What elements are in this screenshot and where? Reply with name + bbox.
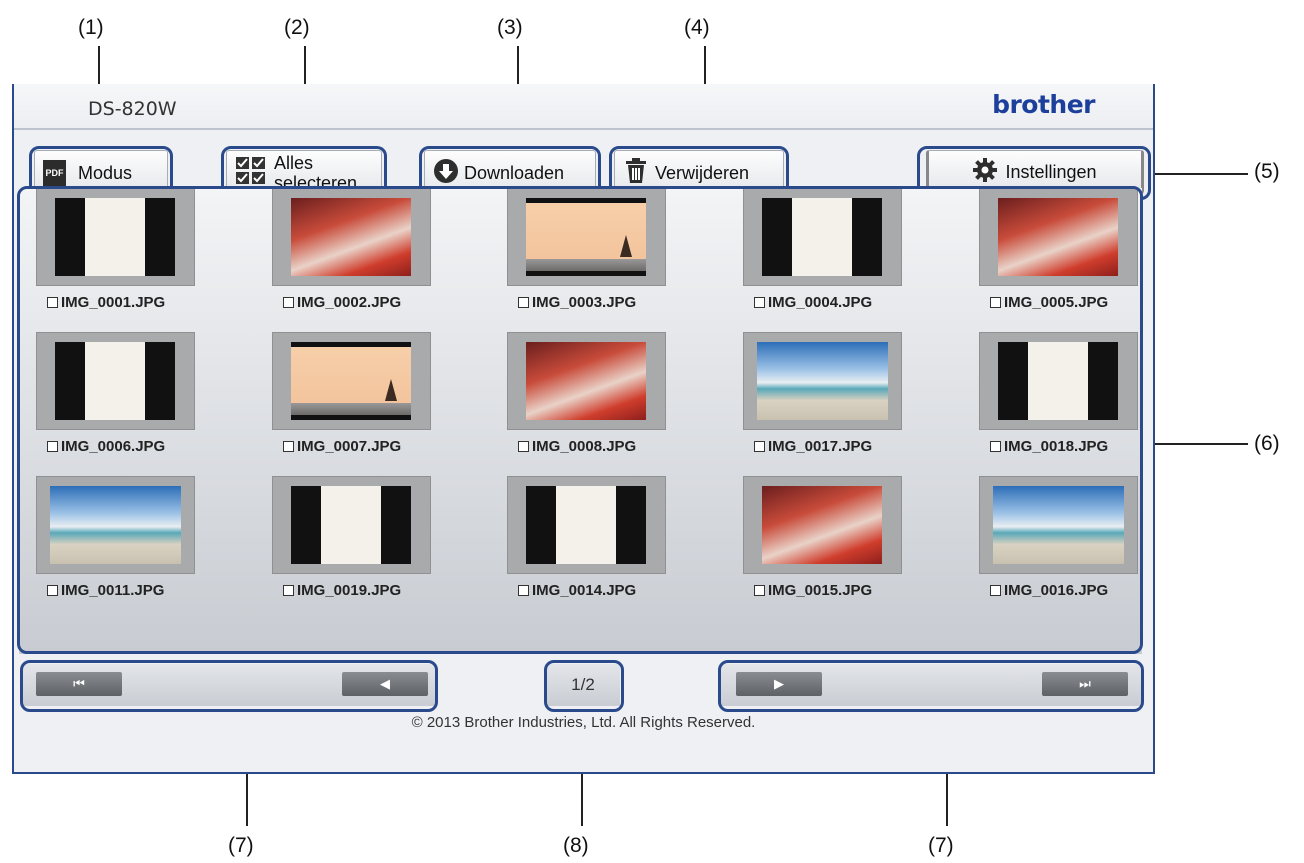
brand-logo: brother — [992, 90, 1095, 119]
leader-line-6 — [1141, 443, 1248, 445]
copyright-text: © 2013 Brother Industries, Ltd. All Righ… — [411, 714, 756, 731]
callout-3: (3) — [497, 16, 523, 39]
outline-page-indicator — [544, 660, 624, 712]
model-name: DS-820W — [88, 98, 177, 120]
callout-7-left: (7) — [228, 834, 254, 857]
callout-7-right: (7) — [928, 834, 954, 857]
callout-4: (4) — [684, 16, 710, 39]
app-window: DS-820W brother PDF Modus Alles selecter… — [12, 84, 1155, 774]
outline-grid — [17, 186, 1143, 654]
callout-6: (6) — [1254, 432, 1280, 455]
callout-2: (2) — [284, 16, 310, 39]
outline-nav-right — [718, 660, 1144, 712]
leader-line-5 — [1142, 173, 1248, 175]
callout-1: (1) — [78, 16, 104, 39]
header-bar: DS-820W brother — [14, 84, 1153, 130]
callout-5: (5) — [1254, 160, 1280, 183]
outline-nav-left — [20, 660, 438, 712]
callout-8: (8) — [563, 834, 589, 857]
